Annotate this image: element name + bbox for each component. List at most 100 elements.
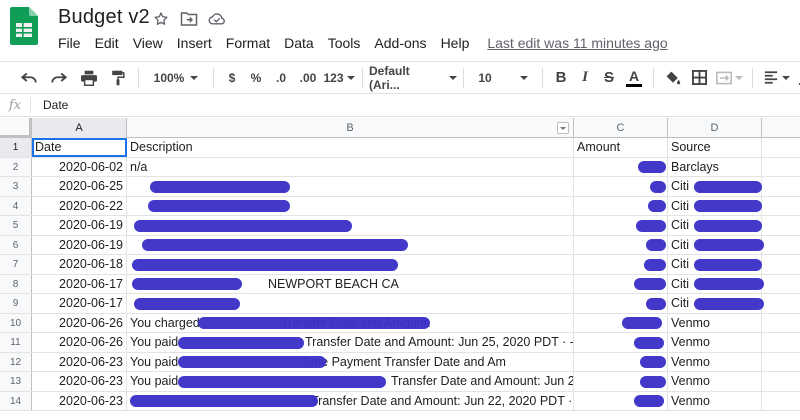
decrease-decimal-button[interactable]: .0 (268, 65, 294, 91)
table-row: 2 2020-06-02 n/a Barclays (0, 157, 800, 177)
formula-bar: fx Date (0, 93, 800, 117)
last-edit-link[interactable]: Last edit was 11 minutes ago (487, 35, 667, 51)
format-percent-button[interactable]: % (244, 65, 268, 91)
menu-format[interactable]: Format (226, 35, 270, 51)
table-row: 14 2020-06-23 Transfer Date and Amount: Ju… (0, 391, 800, 411)
menu-tools[interactable]: Tools (328, 35, 361, 51)
row-number[interactable]: 6 (0, 235, 32, 254)
borders-icon[interactable] (686, 65, 712, 91)
formula-input[interactable]: Date (43, 98, 68, 112)
cell-source[interactable]: Venmo (668, 391, 762, 410)
redaction-mark (622, 317, 662, 329)
format-currency-button[interactable]: $ (220, 65, 244, 91)
menu-edit[interactable]: Edit (95, 35, 119, 51)
bold-button[interactable]: B (549, 65, 573, 91)
spreadsheet-grid[interactable]: A B C D 1 Date Description Amount Source… (0, 118, 800, 420)
cell-source[interactable]: Venmo (668, 313, 762, 332)
fill-color-icon[interactable] (660, 65, 686, 91)
cell-d1[interactable]: Source (668, 138, 762, 157)
cell-date[interactable]: 2020-06-19 (32, 216, 127, 235)
redaction-mark (178, 375, 386, 388)
menu-help[interactable]: Help (441, 35, 470, 51)
menu-add-ons[interactable]: Add-ons (374, 35, 426, 51)
row-number[interactable]: 12 (0, 352, 32, 371)
horizontal-align-icon[interactable] (759, 65, 795, 91)
row-number[interactable]: 3 (0, 177, 32, 196)
sheets-logo-icon[interactable] (10, 7, 38, 45)
cell-description[interactable]: n/a (127, 157, 574, 176)
cell-date[interactable]: 2020-06-23 (32, 352, 127, 371)
cell-source[interactable]: Venmo (668, 372, 762, 391)
row-number[interactable]: 4 (0, 196, 32, 215)
redaction-mark (694, 200, 762, 212)
cell-date[interactable]: 2020-06-23 (32, 391, 127, 410)
table-row: 9 2020-06-17 Citi (0, 294, 800, 314)
undo-icon[interactable] (14, 65, 44, 91)
redaction-mark (634, 395, 664, 407)
row-number[interactable]: 8 (0, 274, 32, 293)
font-size-select[interactable]: 10 (470, 65, 536, 91)
text-color-button[interactable]: A (621, 65, 647, 91)
select-all-corner[interactable] (0, 118, 32, 138)
cell-date[interactable]: 2020-06-26 (32, 313, 127, 332)
column-header-a[interactable]: A (32, 118, 127, 138)
paint-format-icon[interactable] (104, 65, 132, 91)
cell-a1[interactable]: Date (32, 138, 127, 157)
row-number[interactable]: 9 (0, 294, 32, 313)
cell-date[interactable]: 2020-06-22 (32, 196, 127, 215)
document-title[interactable]: Budget v2 (58, 6, 150, 29)
menu-view[interactable]: View (133, 35, 163, 51)
cell-date[interactable]: 2020-06-23 (32, 372, 127, 391)
filter-dropdown-icon[interactable] (557, 122, 569, 134)
cell-source[interactable]: Barclays (668, 157, 762, 176)
cell-source[interactable]: Venmo (668, 333, 762, 352)
font-family-select[interactable]: Default (Ari... (369, 64, 457, 92)
redaction-mark (694, 258, 762, 271)
cell-date[interactable]: 2020-06-02 (32, 157, 127, 176)
zoom-select[interactable]: 100% (145, 65, 207, 91)
table-row: 6 2020-06-19 Citi (0, 235, 800, 255)
redaction-mark (694, 297, 764, 310)
strikethrough-button[interactable]: S (597, 65, 621, 91)
row-number[interactable]: 5 (0, 216, 32, 235)
menu-file[interactable]: File (58, 35, 81, 51)
cell-c1[interactable]: Amount (574, 138, 668, 157)
row-number[interactable]: 2 (0, 157, 32, 176)
column-header-b[interactable]: B (127, 118, 574, 138)
menu-insert[interactable]: Insert (177, 35, 212, 51)
cell-source[interactable]: Venmo (668, 352, 762, 371)
row-number[interactable]: 11 (0, 333, 32, 352)
cell-b1[interactable]: Description (127, 138, 574, 157)
redaction-mark (142, 239, 408, 251)
redo-icon[interactable] (44, 65, 74, 91)
column-header-d[interactable]: D (668, 118, 762, 138)
star-icon[interactable] (152, 10, 170, 28)
move-to-folder-icon[interactable] (180, 10, 198, 28)
redaction-mark (134, 219, 352, 232)
table-row: 3 2020-06-25 Citi (0, 177, 800, 197)
cell-date[interactable]: 2020-06-26 (32, 333, 127, 352)
cell-date[interactable]: 2020-06-19 (32, 235, 127, 254)
redaction-mark (150, 180, 290, 193)
column-header-c[interactable]: C (574, 118, 668, 138)
description-tail-text: June Payment Transfer Date and Am (301, 354, 506, 369)
italic-button[interactable]: I (573, 65, 597, 91)
row-number[interactable]: 1 (0, 138, 32, 157)
print-icon[interactable] (74, 65, 104, 91)
more-formats-select[interactable]: 123 (322, 65, 356, 91)
cell-date[interactable]: 2020-06-17 (32, 274, 127, 293)
table-row: 12 2020-06-23 You paid June Payment Transf… (0, 352, 800, 372)
row-number[interactable]: 7 (0, 255, 32, 274)
cell-date[interactable]: 2020-06-18 (32, 255, 127, 274)
row-number[interactable]: 13 (0, 372, 32, 391)
row-number[interactable]: 14 (0, 391, 32, 410)
menu-data[interactable]: Data (284, 35, 314, 51)
cell-date[interactable]: 2020-06-17 (32, 294, 127, 313)
table-row: 11 2020-06-26 You paid Transfer Date and A… (0, 333, 800, 353)
cloud-saved-icon[interactable] (208, 10, 226, 28)
cell-date[interactable]: 2020-06-25 (32, 177, 127, 196)
merge-cells-icon[interactable] (712, 65, 746, 91)
vertical-align-icon[interactable] (795, 65, 800, 91)
row-number[interactable]: 10 (0, 313, 32, 332)
increase-decimal-button[interactable]: .00 (294, 65, 322, 91)
